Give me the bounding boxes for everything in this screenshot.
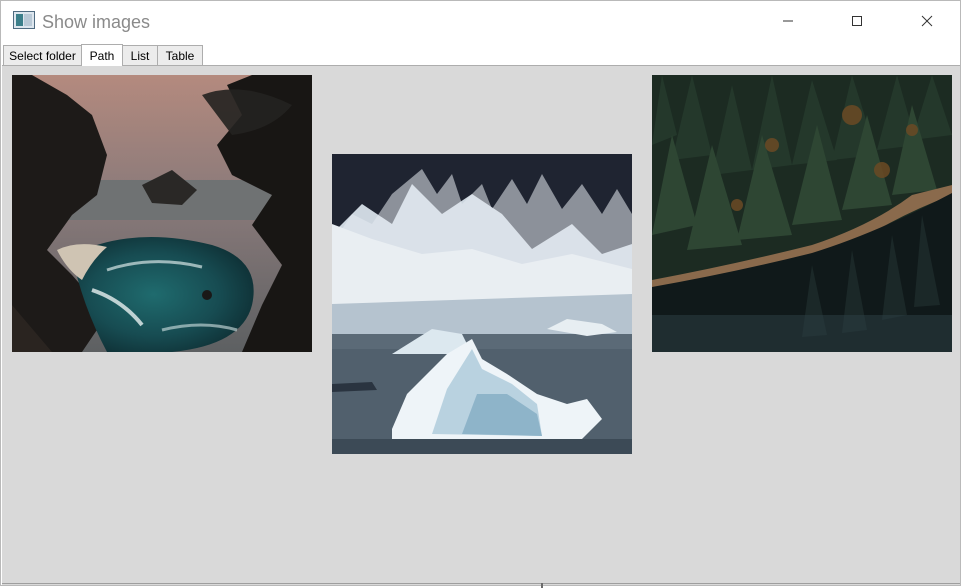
tab-path[interactable]: Path bbox=[81, 44, 123, 66]
window-title: Show images bbox=[42, 12, 151, 32]
app-window-icon bbox=[13, 11, 35, 29]
image-thumbnail-forest-lake[interactable] bbox=[652, 75, 952, 352]
tab-bar: Select folder Path List Table bbox=[1, 44, 960, 66]
image-thumbnail-icebergs[interactable] bbox=[332, 154, 632, 454]
resize-grip[interactable] bbox=[541, 583, 543, 588]
image-thumbnail-cove[interactable] bbox=[12, 75, 312, 352]
status-divider bbox=[2, 583, 960, 584]
maximize-button[interactable] bbox=[834, 1, 880, 41]
maximize-icon bbox=[852, 16, 862, 26]
close-button[interactable] bbox=[904, 1, 950, 41]
title-bar[interactable]: Show images bbox=[1, 1, 960, 43]
tab-list[interactable]: List bbox=[122, 45, 158, 65]
minimize-button[interactable] bbox=[765, 1, 811, 41]
tab-table[interactable]: Table bbox=[157, 45, 203, 65]
app-window: Show images Select folder Path List Tabl… bbox=[0, 0, 961, 588]
minimize-icon bbox=[783, 20, 793, 22]
close-icon bbox=[921, 15, 933, 27]
tab-select-folder[interactable]: Select folder bbox=[3, 45, 82, 65]
